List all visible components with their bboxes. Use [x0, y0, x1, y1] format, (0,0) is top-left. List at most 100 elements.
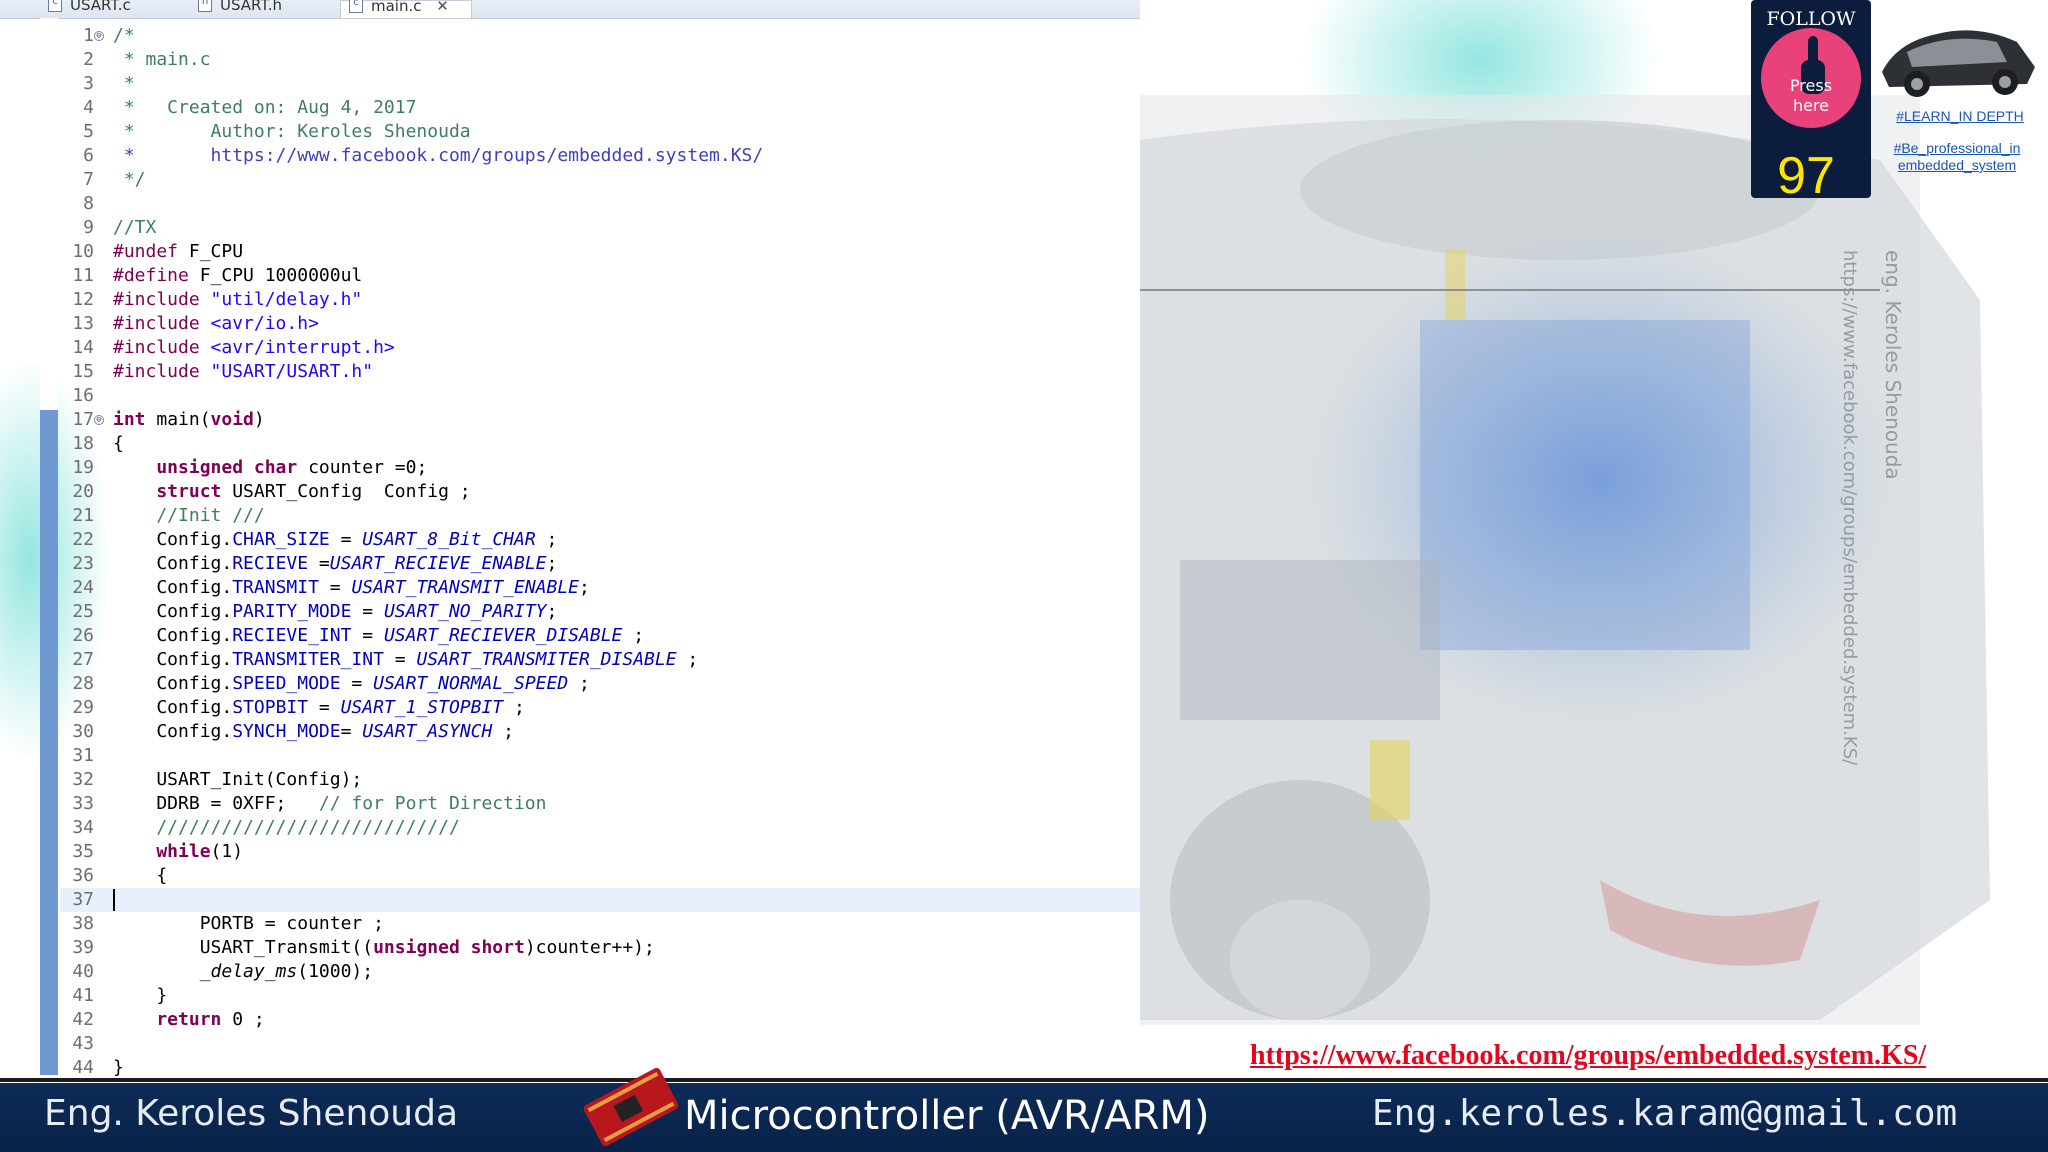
- tab-label: USART.c: [70, 0, 131, 14]
- enum-constant: USART_TRANSMITER_DISABLE: [416, 649, 677, 670]
- line-number: 23: [72, 553, 94, 574]
- facebook-group-link[interactable]: https://www.facebook.com/groups/embedded…: [1250, 1040, 1926, 1072]
- line-number: 29: [72, 697, 94, 718]
- field-name: SPEED_MODE: [232, 673, 341, 694]
- current-line[interactable]: 37: [60, 888, 1140, 912]
- code-line: 1 ⊖ /*: [60, 24, 1140, 48]
- code-token: DDRB = 0XFF;: [113, 793, 319, 814]
- code-line: 22 Config.CHAR_SIZE = USART_8_Bit_CHAR ;: [60, 528, 1140, 552]
- code-token: USART_Transmit((: [113, 937, 374, 958]
- follower-count: 97: [1777, 147, 1835, 205]
- keyword: unsigned char: [113, 457, 298, 478]
- code-text: PORTB = counter ;: [113, 913, 384, 934]
- code-line: 12 #include "util/delay.h": [60, 288, 1140, 312]
- code-token: ;: [622, 625, 645, 646]
- code-line: 2 * main.c: [60, 48, 1140, 72]
- code-text: Config.CHAR_SIZE = USART_8_Bit_CHAR ;: [113, 528, 557, 552]
- code-text: #undef F_CPU: [113, 240, 243, 264]
- line-number: 12: [72, 289, 94, 310]
- code-text: * Author: Keroles Shenouda: [113, 121, 471, 142]
- tab-main-c[interactable]: c main.c ✕: [340, 0, 472, 18]
- code-token: =: [308, 697, 341, 718]
- be-professional-link[interactable]: #Be_professional_in embedded_system: [1872, 140, 2042, 174]
- code-line: 38 PORTB = counter ;: [60, 912, 1140, 936]
- code-token: =: [383, 649, 417, 670]
- code-line: 15 #include "USART/USART.h": [60, 360, 1140, 384]
- tab-label: USART.h: [220, 0, 283, 14]
- code-text: {: [113, 433, 124, 454]
- code-token: Config.: [113, 577, 233, 598]
- code-text: #define F_CPU 1000000ul: [113, 264, 362, 288]
- string-literal: "util/delay.h": [199, 289, 363, 310]
- learn-in-depth-link[interactable]: #LEARN_IN DEPTH: [1880, 108, 2040, 124]
- field-name: TRANSMIT: [232, 577, 319, 598]
- line-number: 41: [72, 985, 94, 1006]
- tab-usart-c[interactable]: c USART.c: [40, 0, 190, 18]
- code-line: 26 Config.RECIEVE_INT = USART_RECIEVER_D…: [60, 624, 1140, 648]
- code-line: 24 Config.TRANSMIT = USART_TRANSMIT_ENAB…: [60, 576, 1140, 600]
- keyword: unsigned short: [373, 937, 525, 958]
- code-token: Config.: [113, 649, 233, 670]
- preprocessor-keyword: #include: [113, 361, 200, 382]
- fold-collapse-icon[interactable]: ⊖: [94, 31, 104, 41]
- code-line: 6 * https://www.facebook.com/groups/embe…: [60, 144, 1140, 168]
- tab-usart-h[interactable]: h USART.h: [190, 0, 340, 18]
- line-number: 19: [72, 457, 94, 478]
- tab-label: main.c: [371, 0, 422, 15]
- press-here-button[interactable]: Press here: [1761, 28, 1861, 128]
- code-text: unsigned char counter =0;: [113, 456, 427, 480]
- code-line: 40 _delay_ms(1000);: [60, 960, 1140, 984]
- c-file-icon: c: [349, 0, 363, 13]
- code-editor[interactable]: 1 ⊖/* 2 * main.c 3 * 4 * Created on: Aug …: [60, 24, 1140, 1080]
- footer-course-title: Microcontroller (AVR/ARM): [684, 1093, 1210, 1139]
- field-name: RECIEVE_INT: [232, 625, 352, 646]
- code-line: 7 */: [60, 168, 1140, 192]
- code-token: Config.: [113, 721, 233, 742]
- fold-collapse-icon[interactable]: ⊖: [94, 415, 104, 425]
- line-number: 10: [72, 241, 94, 262]
- footer-divider: [0, 1078, 2048, 1082]
- code-line: 5 * Author: Keroles Shenouda: [60, 120, 1140, 144]
- code-line: 4 * Created on: Aug 4, 2017: [60, 96, 1140, 120]
- field-name: RECIEVE: [232, 553, 309, 574]
- press-label-line2: here: [1792, 96, 1830, 115]
- code-token: ;: [546, 601, 558, 622]
- code-line: 21 //Init ///: [60, 504, 1140, 528]
- line-number: 24: [72, 577, 94, 598]
- field-name: TRANSMITER_INT: [232, 649, 384, 670]
- code-token: ): [253, 409, 265, 430]
- code-token: =: [351, 625, 384, 646]
- code-text: * main.c: [113, 49, 211, 70]
- code-text: return 0 ;: [113, 1008, 264, 1032]
- line-number: 18: [72, 433, 94, 454]
- code-line: 39 USART_Transmit((unsigned short)counte…: [60, 936, 1140, 960]
- macro-name: _delay_ms: [199, 961, 298, 982]
- code-line: 16: [60, 384, 1140, 408]
- line-number: 13: [72, 313, 94, 334]
- code-token: =: [340, 673, 374, 694]
- press-here-label: Press here: [1761, 76, 1861, 116]
- footer-email: Eng.keroles.karam@gmail.com: [1372, 1093, 1958, 1134]
- code-token: Config.: [113, 553, 233, 574]
- preprocessor-keyword: #include: [113, 289, 200, 310]
- follow-us-badge[interactable]: FOLLOW US Press here 97: [1751, 0, 1871, 202]
- string-literal: <avr/interrupt.h>: [199, 337, 395, 358]
- code-token: Config.: [113, 697, 233, 718]
- code-line: 33 DDRB = 0XFF; // for Port Direction: [60, 792, 1140, 816]
- line-number: 2: [83, 49, 94, 70]
- line-number: 27: [72, 649, 94, 670]
- line-number: 36: [72, 865, 94, 886]
- line-number: 9: [83, 217, 94, 238]
- field-name: STOPBIT: [232, 697, 309, 718]
- code-token: counter =0;: [297, 457, 428, 478]
- code-line: 28 Config.SPEED_MODE = USART_NORMAL_SPEE…: [60, 672, 1140, 696]
- keyword: while: [113, 841, 211, 862]
- code-token: )counter++);: [524, 937, 655, 958]
- code-text: * Created on: Aug 4, 2017: [113, 97, 417, 118]
- code-line: 20 struct USART_Config Config ;: [60, 480, 1140, 504]
- close-tab-icon[interactable]: ✕: [436, 0, 449, 15]
- code-token: (1): [210, 841, 244, 862]
- code-line: 41 }: [60, 984, 1140, 1008]
- code-token: F_CPU 1000000ul: [188, 265, 363, 286]
